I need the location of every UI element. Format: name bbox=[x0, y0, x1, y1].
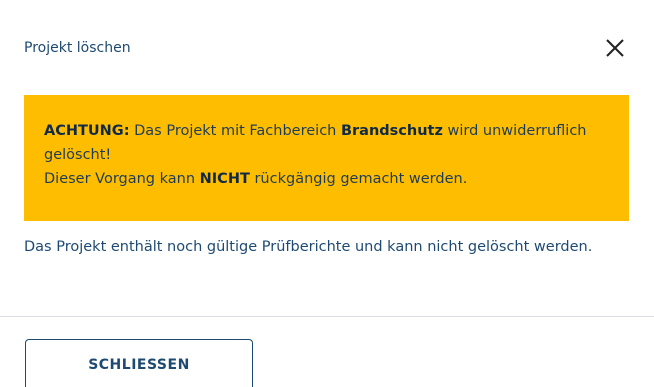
info-text: Das Projekt enthält noch gültige Prüfber… bbox=[24, 239, 593, 255]
warning-emphasis: NICHT bbox=[199, 171, 250, 187]
close-icon[interactable] bbox=[604, 37, 626, 59]
warning-text-3: Dieser Vorgang kann bbox=[44, 171, 200, 187]
close-button[interactable]: SCHLIESSEN bbox=[25, 339, 253, 387]
dialog-title: Projekt löschen bbox=[24, 40, 131, 56]
warning-label: ACHTUNG: bbox=[44, 123, 130, 139]
delete-project-dialog: Projekt löschen ACHTUNG: Das Projekt mit… bbox=[0, 0, 654, 387]
warning-text-1: Das Projekt mit Fachbereich bbox=[129, 123, 341, 139]
warning-banner: ACHTUNG: Das Projekt mit Fachbereich Bra… bbox=[24, 95, 629, 221]
dialog-header: Projekt löschen bbox=[24, 30, 630, 70]
divider bbox=[0, 316, 654, 317]
warning-text-4: rückgängig gemacht werden. bbox=[249, 171, 468, 187]
fachbereich-name: Brandschutz bbox=[340, 123, 443, 139]
